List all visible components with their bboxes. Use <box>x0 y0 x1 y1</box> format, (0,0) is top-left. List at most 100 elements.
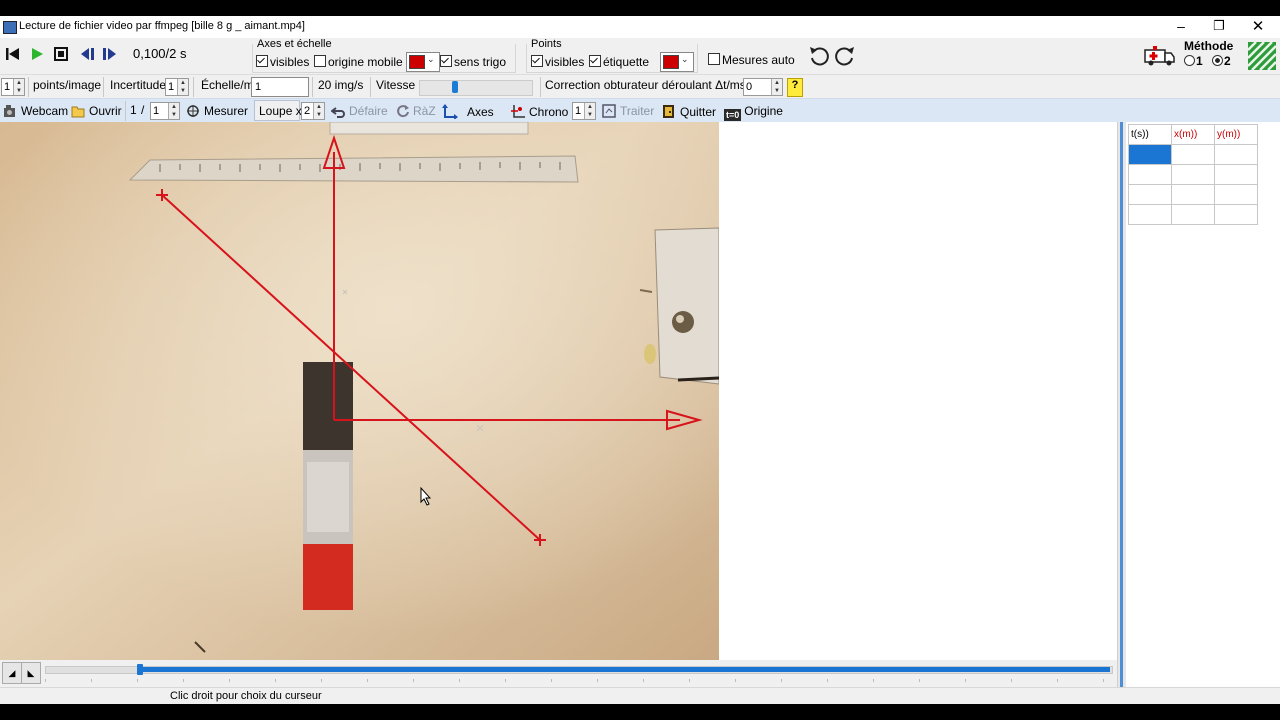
header-t[interactable]: t(s)) <box>1128 124 1172 145</box>
webcam-icon <box>4 105 15 117</box>
title-bar: Lecture de fichier video par ffmpeg [bil… <box>0 16 1280 38</box>
axes-color-swatch <box>409 55 425 69</box>
app-logo-icon <box>1248 42 1276 70</box>
origine-mobile-checkbox[interactable]: origine mobile <box>314 55 403 69</box>
mesures-auto-checkbox[interactable]: Mesures auto <box>708 53 795 67</box>
restore-icon[interactable]: ❐ <box>1208 18 1230 34</box>
stop-icon[interactable] <box>54 47 68 61</box>
axes-color-select[interactable]: ⌄ <box>406 52 440 72</box>
echelle-input[interactable]: 1 <box>251 77 309 97</box>
steel-ball <box>672 311 694 333</box>
status-bar: Clic droit pour choix du curseur <box>0 687 1280 704</box>
step-back-icon[interactable] <box>80 47 96 61</box>
time-display: 0,100/2 s <box>133 46 187 61</box>
axes-icon <box>442 104 458 119</box>
folder-open-icon <box>71 106 85 118</box>
magnet-red <box>303 544 353 610</box>
points-visibles-checkbox[interactable]: visibles <box>531 55 584 69</box>
raz-button[interactable]: RàZ <box>396 104 436 118</box>
points-color-swatch <box>663 55 679 69</box>
axes-visibles-checkbox[interactable]: visibles <box>256 55 309 69</box>
quitter-button[interactable]: Quitter <box>662 104 716 119</box>
ruler-top <box>329 122 529 135</box>
chevron-down-icon: ⌄ <box>427 54 435 64</box>
magnet-dark <box>303 362 353 450</box>
window-title: Lecture de fichier video par ffmpeg [bil… <box>19 20 305 32</box>
blank-canvas <box>719 122 1117 660</box>
chrono-axes-icon <box>511 105 525 118</box>
scrub-left-button[interactable]: ◢ <box>2 662 22 684</box>
process-icon <box>602 104 616 118</box>
rotate-right-icon[interactable] <box>834 45 856 67</box>
loupe-label: Loupe x <box>259 104 302 118</box>
results-table[interactable]: t(s)) x(m)) y(m)) <box>1128 124 1258 225</box>
etiquette-checkbox[interactable]: étiquette <box>589 55 649 69</box>
incertitude-label: Incertitude <box>110 78 167 92</box>
rotate-left-icon[interactable] <box>808 45 830 67</box>
ambulance-icon[interactable] <box>1144 44 1176 68</box>
undo-icon <box>331 107 345 118</box>
axes-button[interactable]: Axes <box>442 104 494 119</box>
measure-icon <box>187 105 199 117</box>
toolbar-playback: 0,100/2 s Axes et échelle visibles origi… <box>0 38 1280 74</box>
frame-current: 1 <box>130 103 137 117</box>
t0-icon: t=0 <box>724 109 742 121</box>
loupe-spinner[interactable]: 2 ▲ ▼ <box>301 102 325 120</box>
incertitude-spinner[interactable]: 1 ▲ ▼ <box>165 78 189 96</box>
chevron-down-icon: ⌄ <box>681 54 689 64</box>
toolbar-actions: Webcam Ouvrir 1 / 1 ▲ ▼ Mesurer Loupe x 2 ▲… <box>0 98 1280 123</box>
table-row[interactable] <box>1128 204 1258 225</box>
fps-label: 20 img/s <box>318 78 364 92</box>
table-row[interactable] <box>1128 184 1258 205</box>
reset-icon <box>397 105 409 118</box>
header-y[interactable]: y(m)) <box>1214 124 1258 145</box>
status-text: Clic droit pour choix du curseur <box>170 690 322 702</box>
chrono-button[interactable]: Chrono <box>510 104 568 119</box>
points-color-select[interactable]: ⌄ <box>660 52 694 72</box>
video-frame[interactable] <box>0 122 719 660</box>
step-forward-icon[interactable] <box>102 47 118 61</box>
table-row[interactable] <box>1128 164 1258 185</box>
correction-spinner[interactable]: 0 ▲ ▼ <box>743 78 783 96</box>
header-x[interactable]: x(m)) <box>1171 124 1215 145</box>
methode-radio-2[interactable]: 2 <box>1212 54 1231 68</box>
scrubber-ticks <box>45 679 1111 682</box>
vitesse-label: Vitesse <box>376 78 416 92</box>
toolbar-params: 1 ▲ ▼ points/image Incertitude 1 ▲ ▼ Échelle… <box>0 74 1280 99</box>
scrubber-area: ◢ ◣ <box>0 660 1117 687</box>
methode-radio-1[interactable]: 1 <box>1184 54 1203 68</box>
echelle-label: Échelle/m <box>201 78 254 92</box>
methode-label: Méthode <box>1184 39 1234 53</box>
help-button[interactable]: ? <box>787 78 803 97</box>
mesurer-button[interactable]: Mesurer <box>186 104 248 118</box>
ouvrir-button[interactable]: Ouvrir <box>71 104 122 118</box>
chrono-spinner[interactable]: 1 ▲ ▼ <box>572 102 596 120</box>
webcam-button[interactable]: Webcam <box>3 104 68 118</box>
scrubber-thumb[interactable] <box>137 664 143 675</box>
table-row[interactable] <box>1128 144 1258 165</box>
splitter[interactable] <box>1117 122 1126 687</box>
vitesse-slider[interactable] <box>419 80 533 96</box>
skip-start-icon[interactable] <box>6 47 20 61</box>
close-icon[interactable]: ✕ <box>1247 17 1269 35</box>
origine-button[interactable]: t=0 Origine <box>724 104 783 121</box>
ruler <box>128 155 579 183</box>
app-icon <box>3 21 17 34</box>
scrub-right-button[interactable]: ◣ <box>21 662 41 684</box>
play-icon[interactable] <box>30 47 44 61</box>
correction-label: Correction obturateur déroulant Δt/ms= <box>545 78 753 92</box>
traiter-button[interactable]: Traiter <box>602 104 654 118</box>
frame-separator: / <box>141 103 145 117</box>
points-per-image-spinner[interactable]: 1 ▲ ▼ <box>1 78 25 96</box>
points-per-image-label: points/image <box>33 78 102 92</box>
apparatus <box>654 227 719 385</box>
minimize-icon[interactable]: – <box>1170 18 1192 34</box>
app-window: Lecture de fichier video par ffmpeg [bil… <box>0 16 1280 704</box>
frame-total-spinner[interactable]: 1 ▲ ▼ <box>150 102 180 120</box>
defaire-button[interactable]: Défaire <box>331 104 388 118</box>
sens-trigo-checkbox[interactable]: sens trigo <box>440 55 506 69</box>
vitesse-slider-thumb[interactable] <box>452 81 458 93</box>
scrubber-fill <box>140 667 1110 672</box>
exit-door-icon <box>663 105 674 118</box>
loupe-box: Loupe x <box>254 100 302 121</box>
